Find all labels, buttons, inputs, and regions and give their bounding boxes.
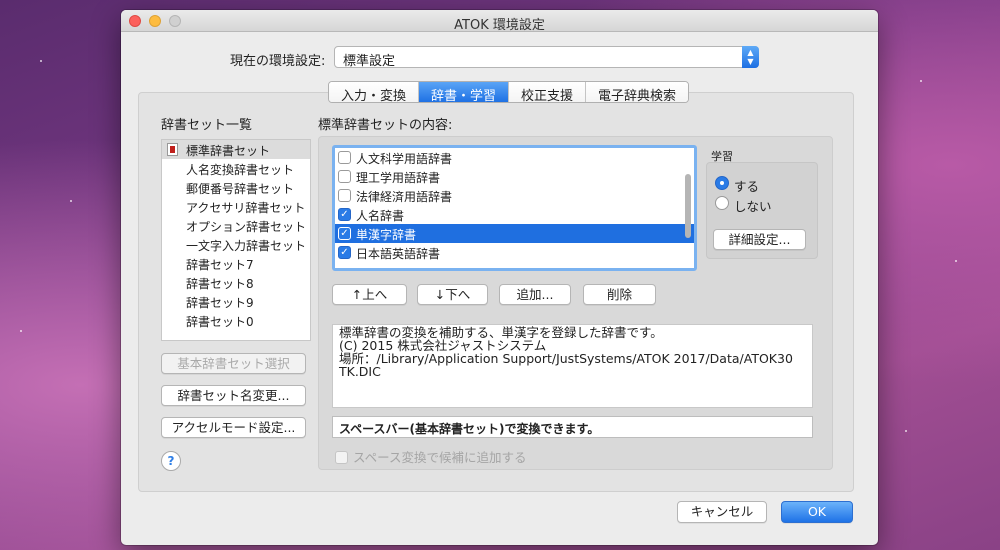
window-title: ATOK 環境設定 [454,18,545,33]
learn-on-radio[interactable] [715,176,729,190]
dictionary-checkbox[interactable]: ✓ [338,246,351,259]
list-item[interactable]: アクセサリ辞書セット [162,197,310,216]
accel-mode-settings-button[interactable]: アクセルモード設定... [161,417,306,438]
atok-dictionary-icon [167,143,178,156]
background-star [955,260,957,262]
learn-on-label: する [734,179,760,194]
list-item[interactable]: オプション辞書セット [162,216,310,235]
list-item-label: 標準辞書セット [186,144,271,158]
current-env-label: 現在の環境設定: [230,54,326,69]
conversion-status: スペースバー(基本辞書セット)で変換できます。 [332,416,813,438]
learn-off-label: しない [734,199,772,214]
tab-input-conversion[interactable]: 入力・変換 [329,82,420,102]
tab-e-dictionary-search[interactable]: 電子辞典検索 [586,82,689,102]
dictionary-checkbox[interactable] [338,189,351,202]
dictionary-list[interactable]: 人文科学用語辞書 理工学用語辞書 法律経済用語辞書 ✓ 人名辞書 ✓ 単漢字辞書… [332,145,697,271]
move-up-button[interactable]: ↑上へ [332,284,407,305]
cancel-button[interactable]: キャンセル [677,501,767,523]
list-item-label: 日本語英語辞書 [356,247,441,261]
dictionary-checkbox[interactable] [338,151,351,164]
list-item[interactable]: 辞書セット9 [162,292,310,311]
description-line: 場所：/Library/Application Support/JustSyst… [339,351,793,366]
dict-set-list[interactable]: 標準辞書セット 人名変換辞書セット 郵便番号辞書セット アクセサリ辞書セット オ… [161,139,311,341]
tab-dictionary-learning[interactable]: 辞書・学習 [419,82,510,102]
list-item[interactable]: 郵便番号辞書セット [162,178,310,197]
current-env-value: 標準設定 [343,54,396,69]
background-star [40,60,42,62]
list-item[interactable]: 一文字入力辞書セット [162,235,310,254]
dictionary-checkbox[interactable]: ✓ [338,208,351,221]
basic-dict-set-select-button: 基本辞書セット選択 [161,353,306,374]
atok-preferences-window: ATOK 環境設定 現在の環境設定: 標準設定 ▲ ▼ 入力・変換 辞書・学習 校… [121,10,878,545]
list-item[interactable]: 辞書セット7 [162,254,310,273]
current-env-select[interactable]: 標準設定 ▲ ▼ [334,46,759,69]
add-dictionary-button[interactable]: 追加... [499,284,571,305]
list-item[interactable]: 人文科学用語辞書 [335,148,694,167]
move-down-button[interactable]: ↓下へ [417,284,488,305]
title-bar: ATOK 環境設定 [121,10,878,33]
space-add-label: スペース変換で候補に追加する [353,450,527,465]
chevron-updown-icon: ▲ ▼ [742,46,759,68]
list-item[interactable]: 辞書セット8 [162,273,310,292]
list-item[interactable]: 理工学用語辞書 [335,167,694,186]
space-add-option: スペース変換で候補に追加する [335,447,527,466]
tab-proofreading[interactable]: 校正支援 [509,82,587,102]
list-item[interactable]: 法律経済用語辞書 [335,186,694,205]
list-item[interactable]: ✓ 単漢字辞書 [335,224,694,243]
list-item[interactable]: 辞書セット0 [162,311,310,330]
dict-set-list-heading: 辞書セット一覧 [161,118,253,133]
help-button[interactable]: ? [161,451,181,471]
tab-bar: 入力・変換 辞書・学習 校正支援 電子辞典検索 [328,81,690,103]
list-item-label: 法律経済用語辞書 [356,190,453,204]
learn-off-radio[interactable] [715,196,729,210]
list-item-label: 人名辞書 [356,209,405,223]
background-star [20,330,22,332]
dict-contents-heading: 標準辞書セットの内容: [318,118,453,133]
detail-settings-button[interactable]: 詳細設定... [713,229,806,250]
list-item-label: 単漢字辞書 [356,228,417,242]
list-item-label: 人文科学用語辞書 [356,152,453,166]
list-item[interactable]: ✓ 人名辞書 [335,205,694,224]
delete-dictionary-button[interactable]: 削除 [583,284,656,305]
background-star [920,80,922,82]
space-add-checkbox [335,451,348,464]
list-item[interactable]: 標準辞書セット [162,140,310,159]
list-item-label: 理工学用語辞書 [356,171,441,185]
dictionary-checkbox[interactable] [338,170,351,183]
list-item[interactable]: 人名変換辞書セット [162,159,310,178]
dictionary-description: 標準辞書の変換を補助する、単漢字を登録した辞書です。 (C) 2015 株式会社… [332,324,813,408]
background-star [905,430,907,432]
rename-dict-set-button[interactable]: 辞書セット名変更... [161,385,306,406]
ok-button[interactable]: OK [781,501,853,523]
list-scrollbar[interactable] [685,174,691,238]
dictionary-checkbox[interactable]: ✓ [338,227,351,240]
description-line: TK.DIC [339,364,381,379]
background-star [70,200,72,202]
list-item[interactable]: ✓ 日本語英語辞書 [335,243,694,262]
